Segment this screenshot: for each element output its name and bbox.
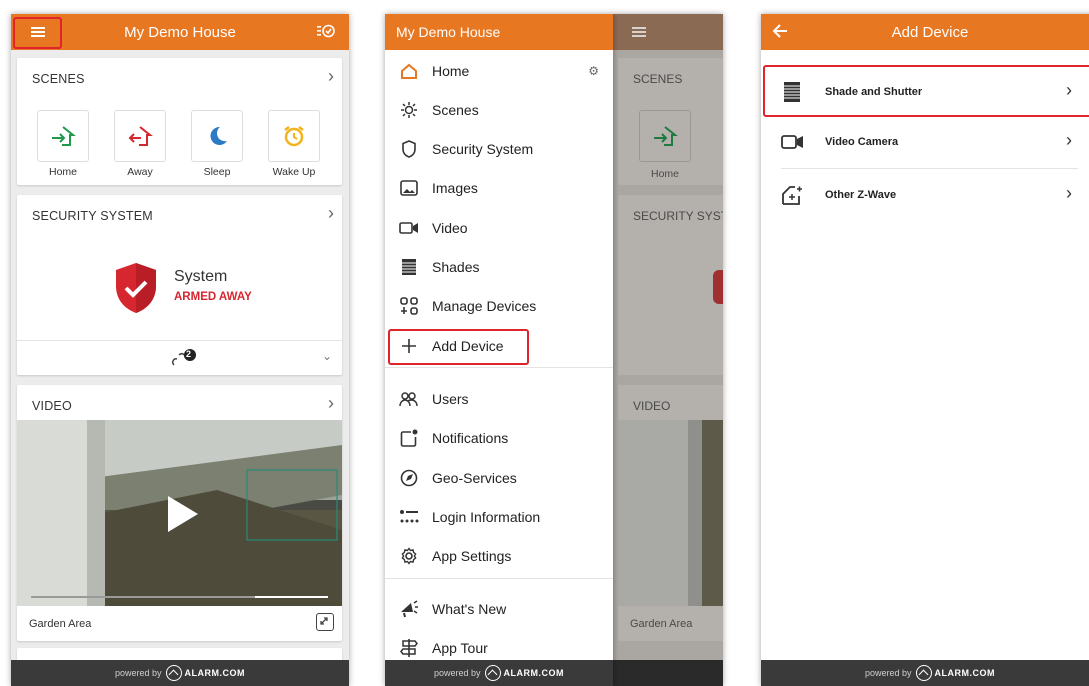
dimmed-camera-label: Garden Area [630, 618, 693, 630]
scene-label: Away [127, 166, 153, 178]
home-leave-icon [128, 126, 153, 146]
scenes-heading: SCENES [32, 72, 85, 86]
play-icon[interactable] [168, 496, 198, 532]
scene-sleep[interactable]: Sleep [191, 110, 243, 178]
device-option-other-z-wave[interactable]: Other Z-Wave › [781, 169, 1078, 221]
home-enter-icon [52, 126, 76, 146]
scene-label: Home [48, 166, 77, 178]
device-option-video-camera[interactable]: Video Camera › [781, 116, 1078, 168]
side-drawer: My Demo House Home ⚙ Scenes Security Sys… [385, 14, 613, 686]
menu-item-users[interactable]: Users [385, 380, 613, 418]
menu-item-home[interactable]: Home ⚙ [385, 52, 613, 90]
dimmed-home-label: Home [651, 168, 680, 180]
footer-powered-by: powered by ALARM.COM [11, 660, 349, 686]
footer-powered-by: powered by ALARM.COM [761, 660, 1089, 686]
list-check-icon[interactable] [317, 23, 335, 44]
image-icon [399, 178, 419, 198]
sensor-issues-icon[interactable]: 2 [169, 347, 199, 369]
menu-highlight [13, 17, 62, 49]
issue-count-badge: 2 [186, 349, 192, 359]
menu-item-app-settings[interactable]: App Settings [385, 537, 613, 575]
compass-icon [399, 468, 419, 488]
page-title: Add Device [891, 24, 969, 41]
chevron-right-icon[interactable]: › [328, 203, 334, 224]
shade-icon [399, 257, 419, 277]
drawer-title: My Demo House [396, 24, 501, 40]
security-system-name: System [174, 268, 228, 285]
users-icon [399, 389, 419, 409]
menu-item-manage-devices[interactable]: Manage Devices [385, 287, 613, 325]
alarm-com-logo: ALARM.COM [165, 665, 246, 681]
security-card[interactable]: SECURITY SYSTEM › System ARMED AWAY 2 ⌄ [17, 195, 342, 375]
scenes-card[interactable]: SCENES › Home Away Sleep Wake Up [17, 58, 342, 185]
video-camera-icon [781, 131, 803, 153]
video-camera-icon [399, 218, 419, 238]
scene-home[interactable]: Home [37, 110, 89, 178]
chevron-right-icon[interactable]: › [328, 66, 334, 87]
moon-icon [210, 126, 227, 145]
zwave-add-icon [781, 184, 803, 206]
fullscreen-icon[interactable] [316, 613, 334, 631]
top-bar: Add Device [761, 14, 1089, 50]
shield-check-icon [116, 263, 156, 313]
side-menu-screen: SCENES Home SECURITY SYST VIDEO Garden A… [385, 14, 723, 686]
scene-away[interactable]: Away [114, 110, 166, 178]
shade-option-highlight [763, 65, 1089, 117]
menu-item-shades[interactable]: Shades [385, 248, 613, 286]
menu-item-login-information[interactable]: Login Information [385, 498, 613, 536]
video-preview[interactable] [17, 420, 342, 606]
add-device-screen: Add Device Shade and Shutter › Video Cam… [761, 14, 1089, 686]
login-icon [399, 507, 419, 527]
chevron-right-icon[interactable]: › [328, 393, 334, 414]
menu-item-video[interactable]: Video [385, 209, 613, 247]
menu-item-images[interactable]: Images [385, 169, 613, 207]
scene-label: Sleep [203, 166, 231, 178]
hamburger-icon [632, 27, 646, 37]
alarm-com-logo: ALARM.COM [915, 665, 996, 681]
menu-item-geo-services[interactable]: Geo-Services [385, 459, 613, 497]
megaphone-icon [399, 599, 419, 619]
manage-devices-icon [399, 296, 419, 316]
home-screen: My Demo House SCENES › Home Away Sleep W… [11, 14, 349, 686]
chevron-right-icon: › [1066, 183, 1072, 203]
camera-label: Garden Area [29, 618, 92, 630]
scene-wake-up[interactable]: Wake Up [268, 110, 320, 178]
gear-icon [399, 546, 419, 566]
scenes-icon [399, 100, 419, 120]
chevron-down-icon[interactable]: ⌄ [322, 349, 332, 363]
alarm-com-logo: ALARM.COM [484, 665, 565, 681]
footer-powered-by: powered by ALARM.COM [385, 660, 613, 686]
menu-item-whats-new[interactable]: What's New [385, 590, 613, 628]
menu-item-notifications[interactable]: Notifications [385, 419, 613, 457]
drawer-header: My Demo House [385, 14, 613, 50]
menu-item-security-system[interactable]: Security System [385, 130, 613, 168]
dimmed-home-screen[interactable]: SCENES Home SECURITY SYST VIDEO Garden A… [613, 14, 723, 686]
chevron-right-icon: › [1066, 130, 1072, 150]
armed-status: ARMED AWAY [174, 291, 252, 303]
dimmed-security-heading: SECURITY SYST [633, 209, 723, 223]
menu-item-scenes[interactable]: Scenes [385, 91, 613, 129]
video-heading: VIDEO [32, 399, 72, 413]
scene-label: Wake Up [272, 166, 316, 178]
gear-icon[interactable]: ⚙ [588, 64, 599, 78]
shield-icon [399, 139, 419, 159]
add-device-highlight [388, 329, 529, 365]
home-icon [399, 61, 419, 81]
signpost-icon [399, 638, 419, 658]
alarm-clock-icon [284, 126, 304, 147]
security-heading: SECURITY SYSTEM [32, 209, 153, 223]
notification-icon [399, 428, 419, 448]
dimmed-scenes-heading: SCENES [633, 72, 683, 86]
dimmed-video-heading: VIDEO [633, 399, 671, 413]
